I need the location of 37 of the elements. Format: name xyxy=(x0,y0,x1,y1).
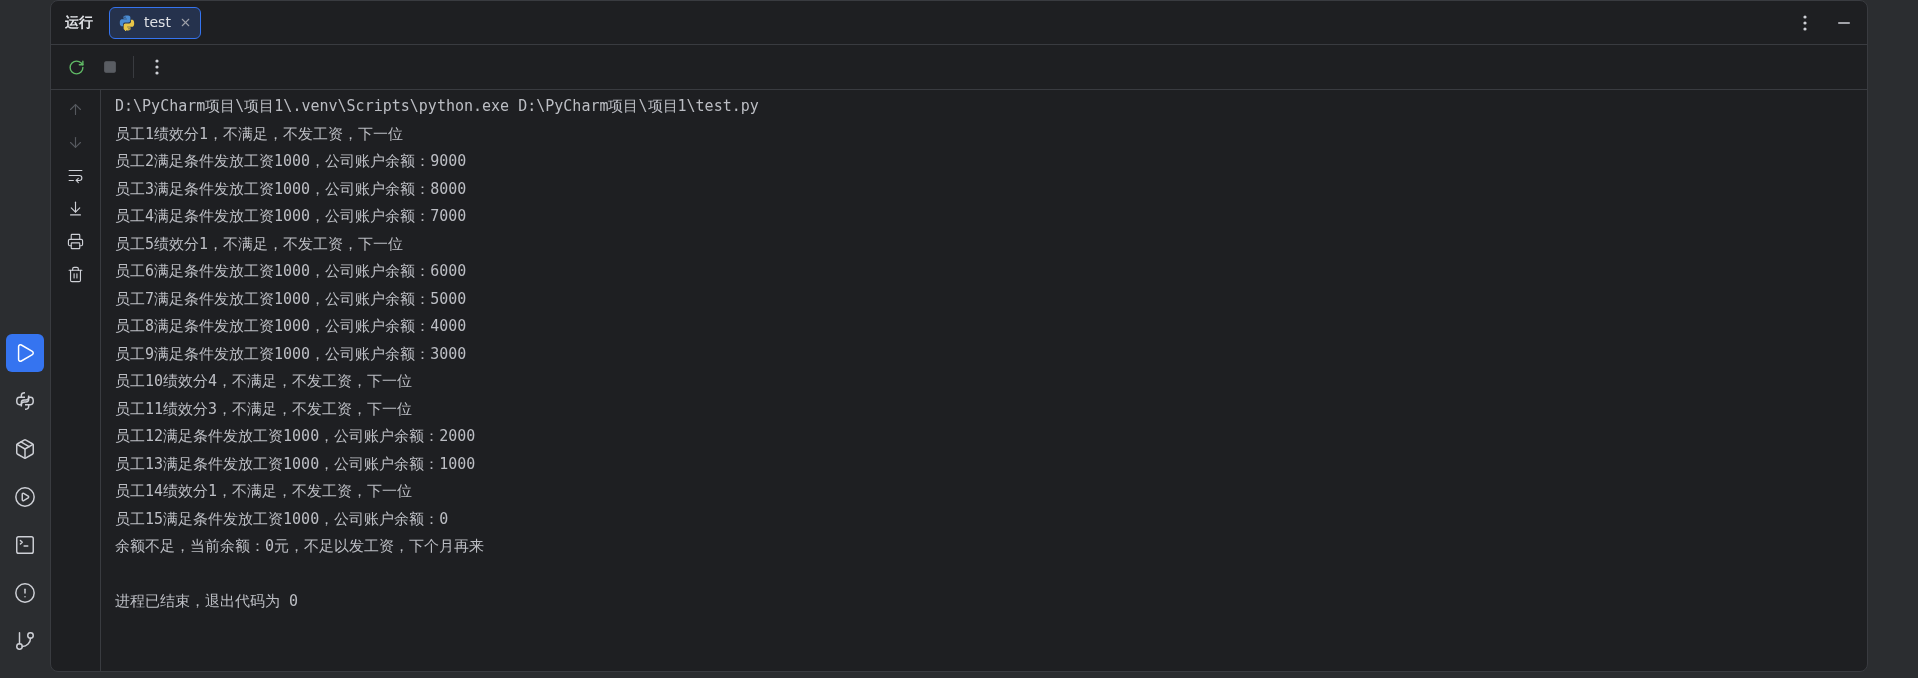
play-circle-icon xyxy=(14,486,36,508)
console-output-line: 员工6满足条件发放工资1000，公司账户余额：6000 xyxy=(115,261,467,282)
branch-icon xyxy=(14,630,36,652)
console-output-line: 员工10绩效分4，不满足，不发工资，下一位 xyxy=(115,371,413,392)
scroll-to-end-icon xyxy=(67,200,84,217)
console-output-line: 员工9满足条件发放工资1000，公司账户余额：3000 xyxy=(115,343,467,365)
wrap-icon xyxy=(67,167,84,184)
stop-icon xyxy=(103,60,117,74)
console-output-line: 员工8满足条件发放工资1000，公司账户余额：4000 xyxy=(115,316,467,337)
console-output-line: 员工5绩效分1，不满足，不发工资，下一位 xyxy=(115,233,404,255)
python-icon xyxy=(14,390,36,412)
exit-message: 进程已结束，退出代码为 0 xyxy=(115,591,299,612)
tool-window-button[interactable] xyxy=(6,334,44,372)
run-tab[interactable]: test xyxy=(109,6,201,39)
console-output-line: 员工3满足条件发放工资1000，公司账户余额：8000 xyxy=(115,178,467,200)
down-arrow-icon xyxy=(67,134,84,151)
rerun-icon xyxy=(67,58,85,76)
console-output-line: 员工11绩效分3，不满足，不发工资，下一位 xyxy=(115,398,413,420)
printer-icon xyxy=(67,233,84,250)
more-icon xyxy=(155,59,159,75)
console-output-line: 员工15满足条件发放工资1000，公司账户余额：0 xyxy=(115,508,449,530)
alert-icon xyxy=(14,582,36,604)
console-output-line: 员工12满足条件发放工资1000，公司账户余额：2000 xyxy=(115,426,476,447)
panel-title: 运行 xyxy=(65,13,93,32)
more-icon[interactable] xyxy=(1803,14,1807,31)
python-logo-icon xyxy=(118,13,136,32)
console-output-line: 余额不足，当前余额：0元，不足以发工资，下个月再来 xyxy=(115,536,485,557)
console-output-line: 员工4满足条件发放工资1000，公司账户余额：7000 xyxy=(115,206,467,227)
console-output-line: 员工1绩效分1，不满足，不发工资，下一位 xyxy=(115,123,404,145)
console-output-line: 员工13满足条件发放工资1000，公司账户余额：1000 xyxy=(115,453,476,475)
trash-icon xyxy=(67,266,84,283)
console-output-line: 员工7满足条件发放工资1000，公司账户余额：5000 xyxy=(115,288,467,310)
console-output-line: 员工2满足条件发放工资1000，公司账户余额：9000 xyxy=(115,151,467,172)
terminal-icon xyxy=(14,534,36,556)
console-output-line: 员工14绩效分1，不满足，不发工资，下一位 xyxy=(115,481,413,502)
command-line: D:\PyCharm项目\项目1\.venv\Scripts\python.exe D:\PyCharm项目\项目1\test.py xyxy=(115,96,759,117)
package-icon xyxy=(14,438,36,460)
